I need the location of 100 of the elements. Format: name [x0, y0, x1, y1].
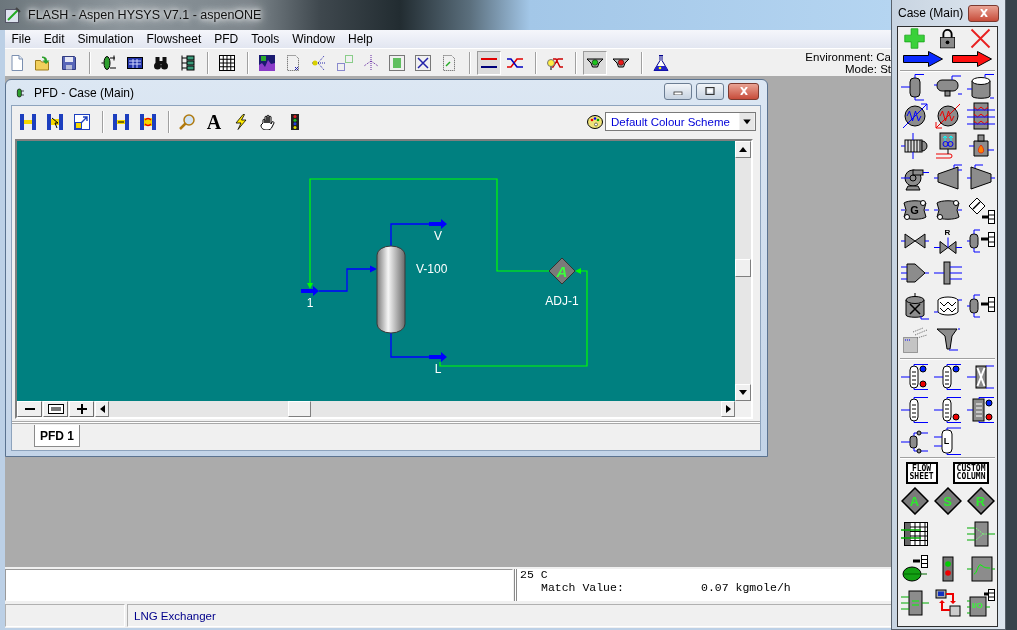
column-icon — [933, 363, 962, 391]
column-icon — [933, 395, 962, 424]
zoom-fit-button[interactable] — [43, 401, 68, 417]
menu-item[interactable]: Help — [341, 31, 380, 47]
trace-line: 25 C — [520, 569, 548, 581]
menu-item[interactable]: File — [5, 31, 38, 47]
palette-button[interactable] — [966, 132, 995, 160]
hatch-box-icon — [415, 54, 431, 71]
palette-button[interactable] — [933, 589, 962, 617]
palette-button[interactable] — [900, 101, 929, 130]
scroll-left-button[interactable] — [95, 401, 109, 417]
zoom-out-button[interactable] — [17, 401, 42, 417]
palette-button[interactable] — [900, 555, 929, 583]
palette-button[interactable] — [933, 363, 962, 391]
menu-item[interactable]: Window — [285, 31, 342, 47]
palette-button[interactable]: L — [933, 427, 962, 455]
palette-button[interactable]: R — [933, 228, 962, 254]
palette-button[interactable] — [966, 164, 995, 192]
response-curve-icon — [966, 555, 995, 583]
palette-button[interactable] — [966, 395, 995, 424]
scroll-thumb[interactable] — [288, 401, 311, 417]
horizontal-scrollbar[interactable] — [95, 401, 735, 417]
palette-button[interactable] — [966, 195, 995, 224]
vertical-scrollbar[interactable] — [735, 141, 751, 401]
palette-button[interactable] — [900, 520, 929, 548]
plus-icon — [76, 404, 87, 414]
grid-icon — [219, 54, 235, 71]
search-icon — [179, 113, 195, 130]
stream-arrow[interactable] — [301, 286, 319, 296]
close-button[interactable] — [728, 82, 759, 100]
palette-button[interactable] — [900, 132, 929, 160]
diamond-icon — [900, 487, 929, 515]
toolbar-button[interactable] — [583, 50, 607, 75]
menu-item[interactable]: PFD — [207, 31, 245, 47]
menu-item[interactable]: Flowsheet — [140, 31, 208, 47]
scroll-thumb[interactable] — [735, 259, 751, 277]
menu-item[interactable]: Simulation — [71, 31, 141, 47]
menu-item[interactable]: Tools — [244, 31, 286, 47]
minimize-button[interactable] — [664, 82, 692, 100]
arrow-icon — [902, 51, 943, 67]
scroll-down-button[interactable] — [735, 384, 751, 401]
window-title: PFD - Case (Main) — [34, 85, 134, 100]
palette-button[interactable] — [937, 27, 958, 49]
stream-label: V — [434, 229, 442, 243]
scroll-right-button[interactable] — [721, 401, 735, 417]
palette-button[interactable] — [902, 51, 943, 67]
palette-button[interactable] — [933, 395, 962, 424]
dotted-squares-icon — [337, 54, 353, 71]
diamond-icon — [933, 487, 962, 515]
zoom-in-button[interactable] — [69, 401, 94, 417]
palette-button[interactable] — [933, 259, 962, 287]
palette-text-button[interactable]: FLOW SHEET — [905, 462, 938, 484]
palette-button[interactable] — [966, 555, 995, 583]
palette-button[interactable] — [900, 589, 929, 617]
small-vessel-icon — [966, 292, 995, 320]
capsule-arrows-icon — [101, 54, 117, 71]
palette-button[interactable] — [966, 101, 995, 130]
diamond-icon — [966, 487, 995, 515]
palette-button[interactable] — [900, 395, 929, 424]
maximize-button[interactable] — [696, 82, 724, 100]
palette-button[interactable] — [966, 227, 995, 255]
palette-button[interactable] — [900, 427, 929, 455]
equation-box-icon — [900, 589, 929, 617]
pipe-line — [318, 265, 377, 292]
tee-icon — [933, 259, 962, 287]
window-icon — [16, 87, 24, 98]
close-button[interactable] — [968, 4, 999, 22]
tab[interactable]: PFD 1 — [34, 425, 80, 447]
menu-item[interactable]: Edit — [37, 31, 72, 47]
palette-button[interactable] — [933, 164, 962, 192]
column-icon — [966, 363, 995, 391]
environment-label: Environment: Ca — [805, 50, 891, 63]
shell-tube-exchanger-icon — [900, 132, 929, 160]
mode-label: Mode: St — [844, 62, 891, 75]
palette-button[interactable] — [933, 101, 962, 130]
diamond-node[interactable] — [548, 257, 576, 285]
lightning-icon — [233, 113, 249, 130]
open-folder-icon — [35, 54, 51, 71]
dotted-page-icon — [441, 54, 457, 71]
palette-button[interactable] — [966, 363, 995, 391]
scroll-up-button[interactable] — [735, 141, 751, 158]
palette-button[interactable]: G — [900, 195, 929, 224]
close-icon — [978, 9, 989, 17]
app-icon — [5, 7, 21, 23]
vessel[interactable] — [376, 245, 406, 334]
palette-button[interactable] — [966, 73, 995, 101]
grid-icon — [900, 520, 929, 548]
zoom-bars-icon — [140, 113, 156, 130]
zoom-bars-icon — [47, 113, 63, 130]
window-title: FLASH - Aspen HYSYS V7.1 - aspenONE — [28, 8, 262, 22]
palette-button[interactable] — [952, 51, 993, 67]
palette-button[interactable] — [900, 363, 929, 391]
palette-button[interactable] — [966, 292, 995, 320]
colour-scheme-dropdown[interactable]: Default Colour Scheme — [605, 112, 756, 131]
window-frame-icon — [47, 404, 64, 414]
dotted-tree-icon — [363, 54, 379, 71]
palette-text-button[interactable]: CUSTOM COLUMN — [952, 462, 990, 484]
palette-button[interactable] — [966, 520, 995, 548]
pipe-line — [390, 332, 430, 358]
toolbar-button[interactable] — [477, 50, 501, 75]
